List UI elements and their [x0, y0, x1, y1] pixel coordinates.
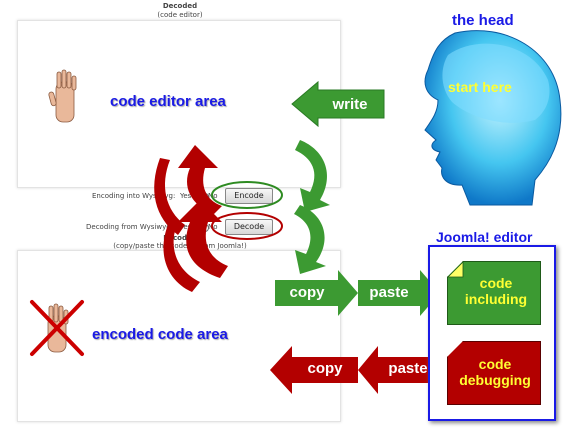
write-arrow-label: write: [332, 96, 368, 113]
red-curve-lower: [178, 200, 228, 278]
encode-highlight: [211, 181, 283, 209]
copy-green-label: copy: [289, 284, 325, 301]
green-curve-lower: [294, 205, 326, 274]
code-including-label: code including: [464, 275, 528, 307]
decode-highlight: [211, 212, 283, 240]
joomla-editor-title: Joomla! editor: [436, 229, 533, 245]
code-debugging-label: code debugging: [459, 356, 531, 388]
paste-green-label: paste: [369, 284, 409, 301]
green-curve-upper: [295, 140, 330, 212]
copy-red-label: copy: [307, 360, 343, 377]
